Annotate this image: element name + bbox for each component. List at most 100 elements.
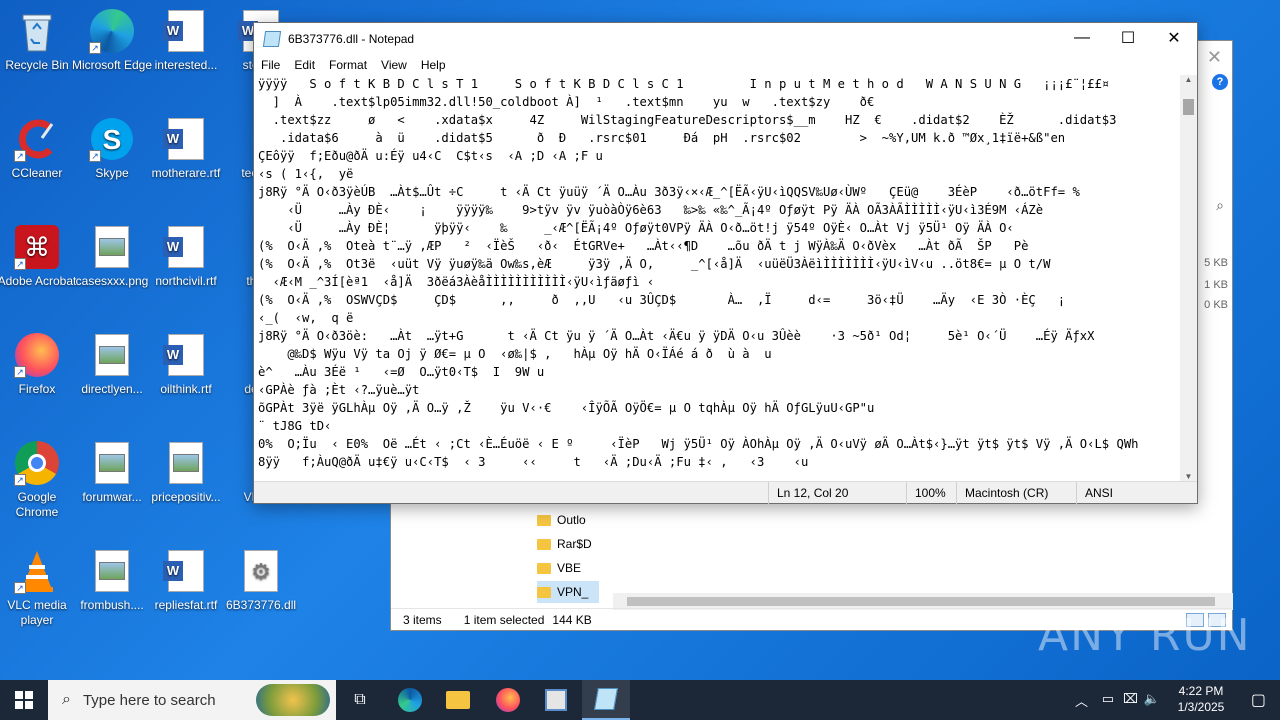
recycle-bin-icon[interactable]: Recycle Bin	[0, 8, 78, 73]
encoding: ANSI	[1076, 482, 1113, 504]
word-document-icon[interactable]: W oilthink.rtf	[145, 332, 227, 397]
menu-view[interactable]: View	[374, 58, 414, 72]
menu-file[interactable]: File	[254, 58, 287, 72]
taskbar-firefox[interactable]	[484, 680, 532, 720]
taskbar-app[interactable]	[532, 680, 580, 720]
close-icon[interactable]: ✕	[1207, 47, 1222, 68]
clock[interactable]: 4:22 PM 1/3/2025	[1166, 683, 1236, 715]
scroll-up-arrow-icon[interactable]: ▲	[1180, 75, 1197, 89]
network-icon[interactable]: ▭	[1102, 691, 1114, 707]
word-document-icon[interactable]: W repliesfat.rtf	[145, 548, 227, 613]
microsoft-edge-icon[interactable]: ↗ Microsoft Edge	[71, 8, 153, 73]
desktop-icon-label: VLC media player	[7, 598, 67, 627]
editor-line: ‹s ( 1‹{, yë	[258, 167, 354, 181]
vertical-scrollbar[interactable]: ▲ ▼	[1180, 75, 1197, 486]
title-bar[interactable]: 6B373776.dll - Notepad — ☐ ✕	[254, 23, 1197, 55]
image-file-icon[interactable]: pricepositiv...	[145, 440, 227, 505]
start-button[interactable]	[0, 680, 48, 720]
word-document-icon[interactable]: W interested...	[145, 8, 227, 73]
desktop-icon-label: oilthink.rtf	[160, 382, 212, 396]
scrollbar-thumb[interactable]	[627, 597, 1215, 606]
menu-bar: File Edit Format View Help	[254, 55, 1197, 75]
vlc-media-player-icon[interactable]: ↗ VLC media player	[0, 548, 78, 628]
desktop-icon-label: Firefox	[18, 382, 56, 396]
task-view-button[interactable]: ⧉	[336, 680, 384, 720]
ccleaner-icon[interactable]: ↗ CCleaner	[0, 116, 78, 181]
image-file-icon[interactable]: forumwar...	[71, 440, 153, 505]
desktop-icon-label: frombush....	[80, 598, 144, 612]
chevron-up-icon[interactable]: ︿	[1075, 691, 1088, 710]
desktop-icon-label: pricepositiv...	[151, 490, 221, 504]
image-file-icon[interactable]: directlyen...	[71, 332, 153, 397]
desktop-icon-label: 6B373776.dll	[225, 598, 297, 612]
desktop-icon-label: repliesfat.rtf	[154, 598, 218, 612]
taskbar: ⌕ Type here to search ⧉ ︿ ▭ ⌧ 🔈 4:22 PM …	[0, 680, 1280, 720]
app-icon	[545, 689, 567, 711]
search-icon[interactable]: ⌕	[1216, 197, 1224, 214]
display-icon[interactable]: ⌧	[1123, 691, 1138, 707]
search-icon: ⌕	[62, 691, 71, 708]
taskbar-notepad[interactable]	[582, 680, 630, 720]
text-editor[interactable]: ÿÿÿÿ S o f t K B D C l s T 1 S o f t K B…	[254, 75, 1182, 486]
dll-file-icon[interactable]: ⚙ 6B373776.dll	[220, 548, 302, 613]
notepad-window: 6B373776.dll - Notepad — ☐ ✕ File Edit F…	[253, 22, 1198, 504]
notepad-icon	[594, 688, 618, 710]
tree-item-folder[interactable]: Rar$D	[537, 533, 592, 555]
tree-item-folder[interactable]: VPN_	[537, 581, 599, 603]
window-title: 6B373776.dll - Notepad	[288, 32, 415, 46]
menu-format[interactable]: Format	[322, 58, 374, 72]
clock-date: 1/3/2025	[1177, 700, 1225, 714]
desktop-icon-label: Adobe Acrobat	[0, 274, 77, 288]
scrollbar-thumb[interactable]	[1183, 99, 1194, 115]
volume-icon[interactable]: 🔈	[1144, 691, 1160, 707]
editor-line: ] À .text$lp05imm32.dll!50_coldboot À] ¹…	[258, 95, 897, 109]
tree-item-folder[interactable]: Outlo	[537, 509, 586, 531]
word-document-icon[interactable]: W motherare.rtf	[145, 116, 227, 181]
editor-line: 0% O;Ïu ‹ E0% Oë …Ét ‹ ;Ct ‹È…Éuöë ‹ E º…	[258, 437, 1139, 451]
maximize-button[interactable]: ☐	[1105, 23, 1151, 53]
clock-time: 4:22 PM	[1178, 684, 1224, 698]
notepad-icon	[262, 31, 282, 47]
desktop-icon-label: Microsoft Edge	[71, 58, 153, 72]
help-icon[interactable]: ?	[1212, 74, 1228, 90]
taskbar-file-explorer[interactable]	[434, 680, 482, 720]
file-size: 5 KB	[1204, 257, 1228, 269]
selection-info: 1 item selected	[463, 612, 545, 627]
close-button[interactable]: ✕	[1151, 23, 1197, 53]
selection-size: 144 KB	[552, 612, 592, 627]
editor-line: j8Rÿ °Ä O‹ð3ÿèÚB …Àt$…Ût ÷C t ‹Ä Ct ÿuüÿ…	[258, 185, 1080, 199]
desktop-icon-label: Google Chrome	[15, 490, 59, 519]
file-size: 1 KB	[1204, 279, 1228, 291]
editor-line: ‹GPÀè ƒà ;Èt ‹?…ÿuè…ÿt	[258, 383, 420, 397]
menu-help[interactable]: Help	[414, 58, 453, 72]
skype-icon[interactable]: S ↗ Skype	[71, 116, 153, 181]
notifications-icon[interactable]: ▢	[1251, 690, 1266, 710]
image-file-icon[interactable]: frombush....	[71, 548, 153, 613]
taskbar-search-box[interactable]: ⌕ Type here to search	[48, 680, 336, 720]
editor-line: (% O‹Ä ,% Ot3ë ‹uüt Vÿ ÿuøÿ‰ä Ow‰s,èÆ ÿ3…	[258, 257, 1051, 271]
editor-line: .text$zz ø < .xdata$x 4Z WilStagingFeatu…	[258, 113, 1117, 127]
editor-line: .idata$6 à ü .didat$5 ð Ð .rsrc$01 Ðá pH…	[258, 131, 1073, 145]
editor-line: ‹Æ‹M _^3Í[èª1 ‹å]Ä 3ðëá3ÀèåÌÌÌÌÌÌÌÌÌÌÌ‹ÿ…	[258, 275, 655, 289]
taskbar-edge[interactable]	[386, 680, 434, 720]
editor-line: (% O‹Ä ,% Oteà t¨…ÿ ,ÆP ² ‹ÏèŠ ‹ð‹ ÉtGRV…	[258, 239, 1029, 253]
folder-icon	[537, 514, 551, 526]
tree-item-folder[interactable]: VBE	[537, 557, 581, 579]
desktop-icon-label: motherare.rtf	[151, 166, 221, 180]
menu-edit[interactable]: Edit	[287, 58, 322, 72]
minimize-button[interactable]: —	[1059, 23, 1105, 53]
editor-line: è^ …Àu 3Éë ¹ ‹=Ø O…ÿt0‹T$ I 9W u	[258, 365, 545, 379]
desktop-icon-label: interested...	[154, 58, 218, 72]
editor-line: ‹Ü …Ày ÐÈ‹ ¡ ÿÿÿÿ‰ 9>tÿv ÿv ÿuòàÒÿ6è63 ‰…	[258, 203, 1044, 217]
adobe-acrobat-icon[interactable]: ⌘ ↗ Adobe Acrobat	[0, 224, 78, 289]
firefox-icon[interactable]: ↗ Firefox	[0, 332, 78, 397]
line-ending: Macintosh (CR)	[956, 482, 1048, 504]
word-document-icon[interactable]: W northcivil.rtf	[145, 224, 227, 289]
cursor-position: Ln 12, Col 20	[768, 482, 848, 504]
google-chrome-icon[interactable]: ↗ Google Chrome	[0, 440, 78, 520]
firefox-icon	[496, 688, 520, 712]
image-file-icon[interactable]: casesxxx.png	[71, 224, 153, 289]
desktop-icon-label: casesxxx.png	[75, 274, 149, 288]
zoom-level: 100%	[906, 482, 946, 504]
anyrun-watermark: ANY RUN	[1038, 610, 1252, 661]
